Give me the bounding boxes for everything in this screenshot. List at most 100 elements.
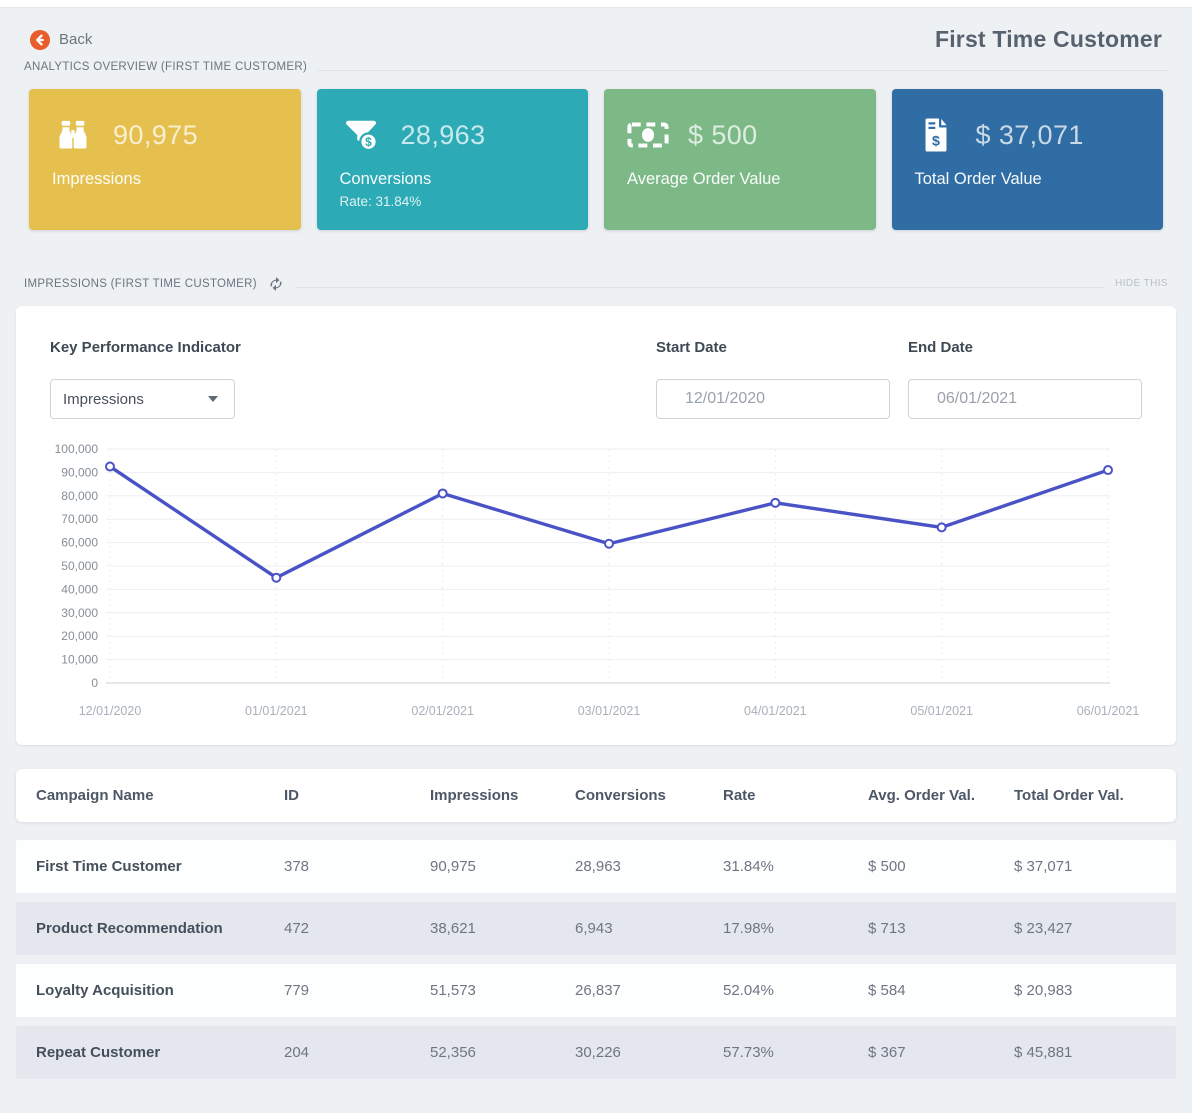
table-cell: 57.73% — [723, 1044, 774, 1061]
col-avg-order-val: Avg. Order Val. — [868, 787, 975, 804]
table-cell: $ 23,427 — [1014, 920, 1073, 937]
campaign-name-cell: First Time Customer — [36, 858, 182, 875]
kpi-selected-value: Impressions — [63, 390, 144, 408]
back-arrow-icon — [30, 29, 50, 50]
table-cell: 38,621 — [430, 920, 476, 937]
page-header: Back First Time Customer — [16, 8, 1176, 61]
table-cell: $ 45,881 — [1014, 1044, 1073, 1061]
table-row[interactable]: Repeat Customer 204 52,356 30,226 57.73% $ 36… — [16, 1026, 1176, 1079]
overview-section-header: ANALYTICS OVERVIEW (FIRST TIME CUSTOMER) — [16, 61, 1176, 73]
svg-text:60,000: 60,000 — [61, 536, 98, 550]
file-invoice-dollar-icon: $ — [915, 117, 957, 153]
svg-text:12/01/2020: 12/01/2020 — [79, 704, 142, 718]
col-id: ID — [284, 787, 299, 804]
total-order-value-card: $ $ 37,071 Total Order Value — [891, 89, 1163, 230]
chart-point — [1103, 465, 1113, 476]
table-cell: $ 500 — [868, 858, 906, 875]
table-cell: 90,975 — [430, 858, 476, 875]
chart-point — [604, 538, 614, 549]
kpi-label: Key Performance Indicator — [50, 339, 241, 356]
impressions-section-header: IMPRESSIONS (FIRST TIME CUSTOMER) HIDE T… — [16, 274, 1176, 293]
table-cell: 28,963 — [575, 858, 621, 875]
impressions-card: 90,975 Impressions — [29, 89, 301, 230]
table-cell: 26,837 — [575, 982, 621, 999]
page-title: First Time Customer — [934, 26, 1162, 52]
table-cell: 378 — [284, 858, 310, 875]
end-date-input[interactable] — [908, 379, 1142, 419]
col-rate: Rate — [723, 787, 756, 804]
campaign-name-cell: Loyalty Acquisition — [36, 982, 174, 999]
impressions-line-chart: 0 10,000 20,000 30,000 40,000 50,000 60,000 70,… — [50, 439, 1142, 727]
table-cell: 52,356 — [430, 1044, 476, 1061]
refresh-icon[interactable] — [267, 275, 285, 293]
svg-text:70,000: 70,000 — [61, 512, 98, 526]
svg-text:20,000: 20,000 — [61, 629, 98, 643]
line-chart-svg: 0 10,000 20,000 30,000 40,000 50,000 60,000 70,… — [55, 442, 1140, 718]
kpi-block: Key Performance Indicator Impressions — [50, 339, 241, 419]
svg-text:$: $ — [932, 134, 940, 150]
svg-text:0: 0 — [91, 676, 98, 690]
table-cell: 204 — [284, 1044, 310, 1061]
svg-text:100,000: 100,000 — [55, 442, 99, 456]
svg-text:50,000: 50,000 — [61, 559, 98, 573]
start-date-label: Start Date — [656, 339, 727, 356]
analytics-page: Back First Time Customer ANALYTICS OVERV… — [0, 8, 1192, 1103]
svg-text:04/01/2021: 04/01/2021 — [744, 704, 807, 718]
chart-point — [271, 572, 282, 583]
chart-point — [105, 461, 115, 472]
overview-section-label: ANALYTICS OVERVIEW (FIRST TIME CUSTOMER) — [24, 61, 308, 73]
table-cell: 6,943 — [575, 920, 613, 937]
table-row[interactable]: First Time Customer 378 90,975 28,963 31.84%… — [16, 840, 1176, 893]
col-total-order-val: Total Order Val. — [1014, 787, 1124, 804]
conversions-card: $ 28,963 Conversions Rate: 31.84% — [316, 89, 588, 230]
start-date-block: Start Date — [656, 339, 890, 419]
back-label: Back — [59, 31, 93, 48]
table-cell: $ 584 — [868, 982, 906, 999]
back-button[interactable]: Back — [30, 29, 93, 50]
stat-cards-row: 90,975 Impressions $ 28,963 Conversions … — [29, 89, 1163, 230]
chart-point — [936, 522, 947, 533]
avg-order-value: $ 500 — [688, 119, 758, 150]
svg-text:10,000: 10,000 — [61, 653, 98, 667]
money-bill-icon — [627, 121, 669, 149]
hide-this-button[interactable]: HIDE THIS — [1115, 278, 1168, 289]
campaign-name-cell: Product Recommendation — [36, 920, 223, 937]
col-campaign-name: Campaign Name — [36, 787, 154, 804]
section-divider — [294, 286, 1106, 288]
chart-point — [770, 497, 781, 508]
svg-text:80,000: 80,000 — [61, 489, 98, 503]
table-cell: 51,573 — [430, 982, 476, 999]
svg-text:03/01/2021: 03/01/2021 — [578, 704, 641, 718]
table-row[interactable]: Loyalty Acquisition 779 51,573 26,837 52.04%… — [16, 964, 1176, 1017]
svg-text:06/01/2021: 06/01/2021 — [1077, 704, 1140, 718]
table-cell: 17.98% — [723, 920, 774, 937]
table-cell: 52.04% — [723, 982, 774, 999]
conversions-rate: Rate: 31.84% — [339, 194, 422, 209]
table-cell: 779 — [284, 982, 310, 999]
avg-order-label: Average Order Value — [627, 170, 781, 188]
col-impressions: Impressions — [430, 787, 519, 804]
campaign-table-body: First Time Customer 378 90,975 28,963 31.84%… — [16, 840, 1176, 1079]
top-strip — [0, 0, 1192, 8]
section-divider — [317, 70, 1168, 71]
table-cell: $ 367 — [868, 1044, 906, 1061]
col-conversions: Conversions — [575, 787, 666, 804]
end-date-block: End Date — [908, 339, 1142, 419]
funnel-dollar-icon: $ — [340, 117, 382, 153]
table-cell: $ 37,071 — [1014, 858, 1073, 875]
start-date-input[interactable] — [656, 379, 890, 419]
table-cell: 472 — [284, 920, 310, 937]
svg-text:30,000: 30,000 — [61, 606, 98, 620]
conversions-value: 28,963 — [400, 119, 486, 150]
impressions-value: 90,975 — [113, 119, 198, 150]
campaign-name-cell: Repeat Customer — [36, 1044, 161, 1061]
conversions-label: Conversions — [339, 170, 432, 188]
svg-text:02/01/2021: 02/01/2021 — [411, 704, 474, 718]
impressions-section-label: IMPRESSIONS (FIRST TIME CUSTOMER) — [24, 277, 257, 290]
total-order-value: $ 37,071 — [975, 119, 1084, 150]
table-cell: $ 20,983 — [1014, 982, 1073, 999]
kpi-select[interactable]: Impressions — [50, 379, 235, 419]
table-row[interactable]: Product Recommendation 472 38,621 6,943 17.9… — [16, 902, 1176, 955]
svg-text:$: $ — [365, 135, 372, 149]
table-cell: 30,226 — [575, 1044, 621, 1061]
